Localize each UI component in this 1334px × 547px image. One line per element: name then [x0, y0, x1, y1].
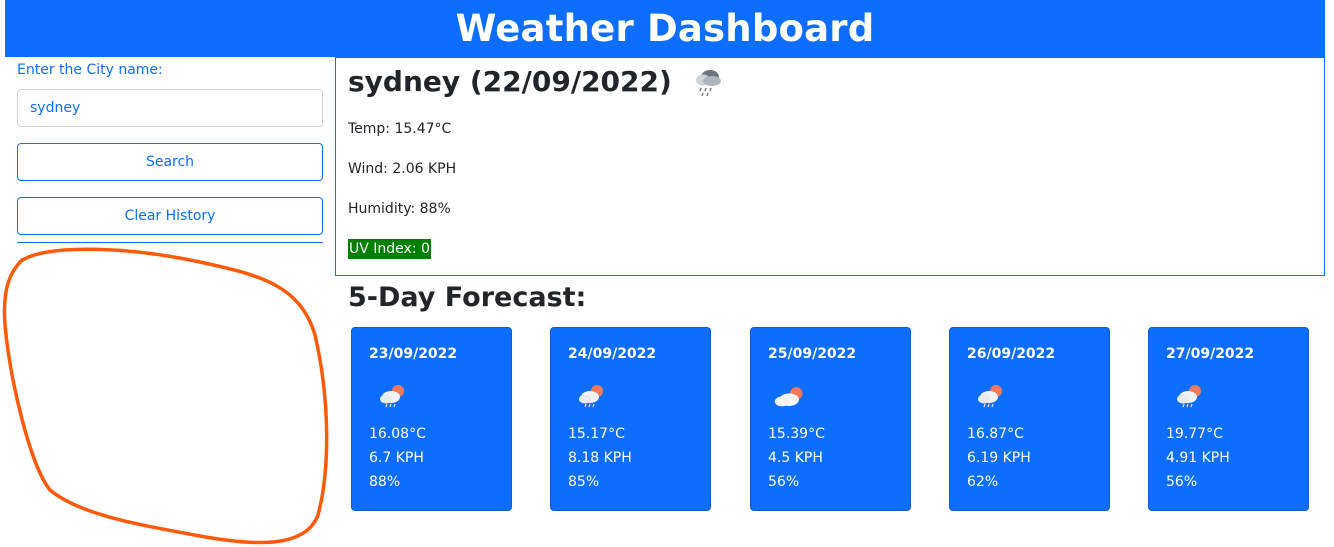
- current-wind: Wind: 2.06 KPH: [348, 161, 457, 177]
- forecast-wind: 6.19 KPH: [967, 450, 1031, 466]
- search-history-list: [17, 247, 323, 547]
- forecast-heading: 5-Day Forecast:: [348, 282, 587, 313]
- forecast-card: 23/09/2022 16.08°C 6.7 KPH 88%: [351, 327, 512, 511]
- forecast-wind: 4.5 KPH: [768, 450, 823, 466]
- current-city-date: sydney (22/09/2022): [348, 64, 672, 98]
- rain-cloud-icon: [695, 70, 721, 97]
- search-button[interactable]: Search: [17, 143, 323, 181]
- forecast-date: 23/09/2022: [369, 346, 458, 362]
- sun-rain-cloud-icon: [978, 385, 1002, 408]
- forecast-humidity: 85%: [568, 474, 600, 490]
- forecast-humidity: 56%: [1166, 474, 1198, 490]
- forecast-card: 25/09/2022 15.39°C 4.5 KPH 56%: [750, 327, 911, 511]
- current-temp: Temp: 15.47°C: [348, 121, 452, 137]
- city-search-input[interactable]: [17, 89, 323, 127]
- forecast-date: 24/09/2022: [568, 346, 657, 362]
- forecast-wind: 6.7 KPH: [369, 450, 424, 466]
- forecast-temp: 19.77°C: [1166, 426, 1223, 442]
- forecast-date: 26/09/2022: [967, 346, 1056, 362]
- forecast-humidity: 62%: [967, 474, 999, 490]
- sidebar-divider: [17, 242, 323, 243]
- sun-rain-cloud-icon: [579, 385, 603, 408]
- forecast-card: 24/09/2022 15.17°C 8.18 KPH 85%: [550, 327, 711, 511]
- forecast-card: 26/09/2022 16.87°C 6.19 KPH 62%: [949, 327, 1110, 511]
- current-weather-panel: sydney (22/09/2022) Temp: 15.47°C Wind: …: [335, 57, 1325, 276]
- forecast-wind: 4.91 KPH: [1166, 450, 1230, 466]
- forecast-temp: 16.87°C: [967, 426, 1024, 442]
- forecast-wind: 8.18 KPH: [568, 450, 632, 466]
- forecast-temp: 15.39°C: [768, 426, 825, 442]
- forecast-humidity: 56%: [768, 474, 800, 490]
- current-weather-title: sydney (22/09/2022): [348, 64, 726, 98]
- clear-history-button[interactable]: Clear History: [17, 197, 323, 235]
- forecast-humidity: 88%: [369, 474, 401, 490]
- sun-rain-cloud-icon: [1177, 385, 1201, 408]
- header-bar: Weather Dashboard: [5, 0, 1325, 57]
- forecast-date: 27/09/2022: [1166, 346, 1255, 362]
- forecast-card: 27/09/2022 19.77°C 4.91 KPH 56%: [1148, 327, 1309, 511]
- forecast-temp: 16.08°C: [369, 426, 426, 442]
- forecast-temp: 15.17°C: [568, 426, 625, 442]
- uv-index-badge: UV Index: 0: [348, 239, 431, 259]
- sun-rain-cloud-icon: [380, 385, 404, 408]
- sun-cloud-icon: [774, 387, 803, 407]
- current-humidity: Humidity: 88%: [348, 201, 451, 217]
- city-input-label: Enter the City name:: [17, 62, 163, 78]
- forecast-date: 25/09/2022: [768, 346, 857, 362]
- page-title: Weather Dashboard: [455, 7, 875, 50]
